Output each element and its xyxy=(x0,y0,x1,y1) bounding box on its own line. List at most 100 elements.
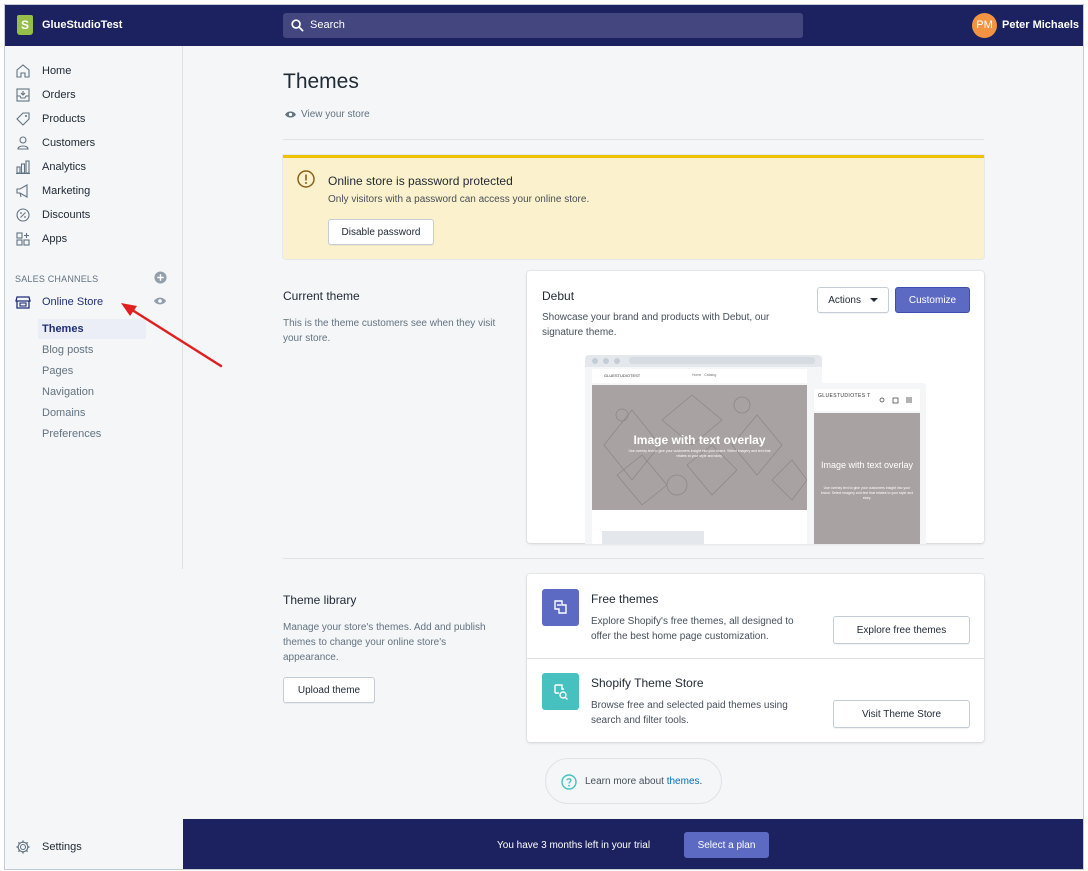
sidebar-item-settings[interactable]: Settings xyxy=(5,837,183,857)
add-channel-icon[interactable] xyxy=(154,271,167,284)
select-plan-button[interactable]: Select a plan xyxy=(684,832,769,858)
desktop-store-header: GLUESTUDIOTEST Home Catalog xyxy=(592,369,807,383)
search-input[interactable]: Search xyxy=(283,13,803,38)
sidebar-subitem-domains[interactable]: Domains xyxy=(38,403,146,423)
theme-library-heading: Theme library xyxy=(283,593,357,607)
desktop-hero-text: Use overlay text to give your customers … xyxy=(628,449,771,458)
browser-dot xyxy=(614,358,620,364)
view-store-label: View your store xyxy=(301,109,370,120)
sidebar-item-marketing[interactable]: Marketing xyxy=(5,181,183,201)
mobile-header-icons xyxy=(879,397,912,404)
sidebar-item-label: Settings xyxy=(42,841,82,853)
desktop-store-name: GLUESTUDIOTEST xyxy=(604,373,641,378)
sidebar-subitem-navigation[interactable]: Navigation xyxy=(38,382,146,402)
discount-icon xyxy=(16,208,30,222)
desktop-store-nav: Home Catalog xyxy=(692,373,717,377)
mobile-hero-image: Image with text overlay Use overlay text… xyxy=(814,413,920,544)
user-name[interactable]: Peter Michaels xyxy=(1002,19,1079,31)
caret-down-icon xyxy=(869,297,878,302)
trial-bar: You have 3 months left in your trial Sel… xyxy=(183,819,1083,869)
app-window: S GlueStudioTest Search PM Peter Michael… xyxy=(4,4,1084,870)
sidebar-item-label: Orders xyxy=(42,89,76,101)
sales-channels-heading: SALES CHANNELS xyxy=(15,274,99,284)
sidebar-item-label: Products xyxy=(42,113,86,125)
hero-pattern-graphic xyxy=(603,394,807,506)
mobile-preview: GLUESTUDIOTES T Image with text overlay … xyxy=(809,383,926,544)
learn-more-text: Learn more about themes. xyxy=(585,776,702,787)
disable-password-button[interactable]: Disable password xyxy=(328,219,434,245)
sidebar-item-analytics[interactable]: Analytics xyxy=(5,157,183,177)
password-banner: Online store is password protected Only … xyxy=(283,155,984,259)
themes-link[interactable]: themes xyxy=(667,776,700,787)
actions-label: Actions xyxy=(828,294,861,306)
sidebar-item-label: Online Store xyxy=(42,296,104,308)
explore-free-themes-button[interactable]: Explore free themes xyxy=(833,616,970,644)
sidebar-item-products[interactable]: Products xyxy=(5,109,183,129)
mobile-hero-title: Image with text overlay xyxy=(820,460,914,470)
page-title: Themes xyxy=(283,70,359,93)
shopify-logo-icon[interactable]: S xyxy=(17,15,33,35)
upload-theme-button[interactable]: Upload theme xyxy=(283,677,375,703)
visit-theme-store-button[interactable]: Visit Theme Store xyxy=(833,700,970,728)
theme-description: Showcase your brand and products with De… xyxy=(542,312,770,338)
gear-icon xyxy=(16,840,30,854)
actions-dropdown-button[interactable]: Actions xyxy=(817,287,889,313)
learn-more-suffix: . xyxy=(699,776,703,787)
search-icon xyxy=(291,19,304,32)
sidebar-subitem-preferences[interactable]: Preferences xyxy=(38,424,146,444)
sidebar-item-orders[interactable]: Orders xyxy=(5,85,183,105)
sidebar-item-apps[interactable]: Apps xyxy=(5,229,183,249)
warning-icon xyxy=(297,170,315,188)
free-themes-title: Free themes xyxy=(591,592,659,606)
learn-more-pill: Learn more about themes. xyxy=(545,758,722,804)
theme-library-description: Manage your store's themes. Add and publ… xyxy=(283,622,486,663)
apps-icon xyxy=(16,232,30,246)
avatar[interactable]: PM xyxy=(972,13,997,38)
sidebar-item-discounts[interactable]: Discounts xyxy=(5,205,183,225)
customize-button[interactable]: Customize xyxy=(895,287,970,313)
theme-library-card: Free themes Explore Shopify's free theme… xyxy=(527,574,984,742)
mobile-hero-text: Use overlay text to give your customers … xyxy=(820,486,914,500)
sidebar-item-label: Analytics xyxy=(42,161,87,173)
sidebar-item-home[interactable]: Home xyxy=(5,61,183,81)
top-bar: S GlueStudioTest Search PM Peter Michael… xyxy=(5,5,1083,46)
browser-chrome xyxy=(585,355,822,367)
eye-icon xyxy=(285,111,296,118)
theme-name: Debut xyxy=(542,289,575,303)
current-theme-description: This is the theme customers see when the… xyxy=(283,318,496,344)
bar-chart-icon xyxy=(16,160,30,174)
banner-text: Only visitors with a password can access… xyxy=(328,194,590,205)
sidebar-item-label: Customers xyxy=(42,137,96,149)
help-icon xyxy=(561,774,577,790)
megaphone-icon xyxy=(16,184,28,198)
tag-icon xyxy=(16,112,30,126)
mobile-store-header: GLUESTUDIOTES T xyxy=(814,389,920,411)
free-themes-text: Explore Shopify's free themes, all desig… xyxy=(591,616,794,642)
sidebar-item-customers[interactable]: Customers xyxy=(5,133,183,153)
theme-store-icon xyxy=(542,673,579,710)
store-icon xyxy=(15,296,31,309)
divider xyxy=(283,558,984,559)
address-bar xyxy=(629,357,815,364)
learn-more-prefix: Learn more about xyxy=(585,776,667,787)
search-placeholder: Search xyxy=(310,19,345,31)
current-theme-card: Debut Showcase your brand and products w… xyxy=(527,271,984,544)
desktop-hero-title: Image with text overlay xyxy=(633,433,766,447)
sidebar-item-label: Marketing xyxy=(42,185,91,197)
home-icon xyxy=(16,64,30,78)
desktop-preview: GLUESTUDIOTEST Home Catalog Image with t… xyxy=(585,355,822,544)
banner-title: Online store is password protected xyxy=(328,174,513,188)
store-name[interactable]: GlueStudioTest xyxy=(42,19,122,31)
theme-store-title: Shopify Theme Store xyxy=(591,676,704,690)
orders-icon xyxy=(16,88,30,102)
trial-text: You have 3 months left in your trial xyxy=(497,840,651,851)
theme-store-text: Browse free and selected paid themes usi… xyxy=(591,700,788,726)
card-divider xyxy=(527,658,984,659)
free-themes-icon xyxy=(542,589,579,626)
sidebar-item-label: Home xyxy=(42,65,72,77)
desktop-content-area xyxy=(592,510,807,544)
content-placeholder xyxy=(602,531,704,544)
person-icon xyxy=(17,136,29,150)
desktop-hero-image: Image with text overlay Use overlay text… xyxy=(592,385,807,510)
sidebar-item-label: Discounts xyxy=(42,209,91,221)
